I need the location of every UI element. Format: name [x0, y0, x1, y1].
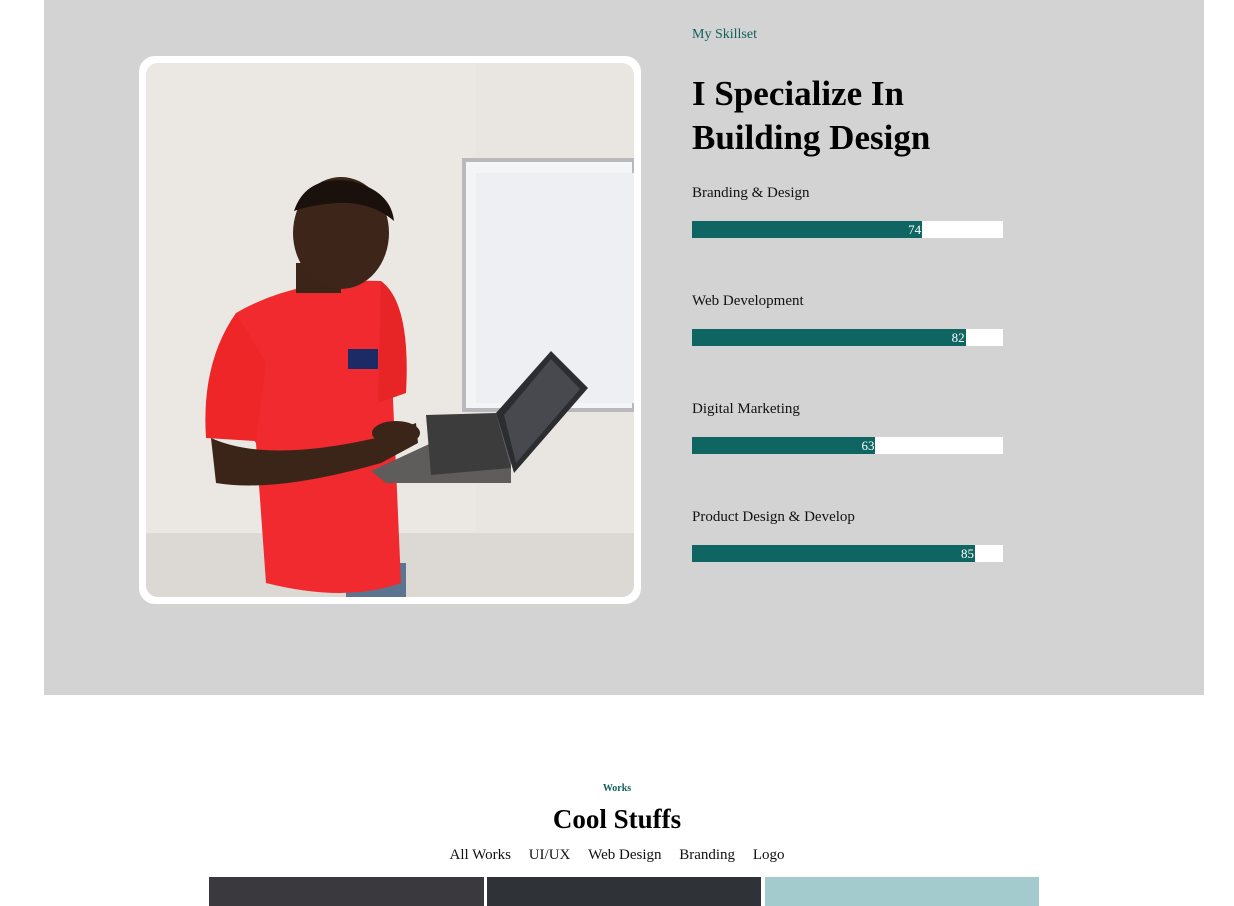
skill-label: Product Design & Develop [692, 509, 855, 525]
skill-progress-value: 85 [961, 546, 974, 561]
skills-eyebrow: My Skillset [692, 27, 757, 42]
skill-progress-fill: 63 [692, 437, 876, 454]
skill-progress-value: 82 [951, 330, 965, 345]
filter-branding[interactable]: Branding [679, 845, 735, 865]
works-gallery [209, 877, 1039, 906]
work-thumbnail[interactable] [765, 877, 1039, 906]
skill-web-development: Web Development 82 [692, 291, 1003, 346]
filter-ui-ux[interactable]: UI/UX [529, 845, 571, 865]
works-eyebrow: Works [602, 783, 632, 794]
skill-branding-design: Branding & Design 74 [692, 183, 1003, 238]
work-thumbnail[interactable] [487, 877, 761, 906]
works-filter-nav: All Works UI/UX Web Design Branding Logo [0, 845, 1234, 865]
filter-all-works[interactable]: All Works [450, 845, 511, 865]
skill-label: Digital Marketing [692, 401, 800, 417]
skills-heading-line-1: I Specialize In [692, 74, 904, 113]
skill-label: Web Development [692, 293, 804, 309]
skill-progress-value: 63 [861, 438, 875, 453]
works-title: Cool Stuffs [552, 804, 682, 834]
filter-web-design[interactable]: Web Design [588, 845, 661, 865]
skill-progress-fill: 74 [692, 221, 923, 238]
works-section: Works Cool Stuffs All Works UI/UX Web De… [0, 695, 1234, 906]
profile-photo-frame [139, 56, 641, 604]
skill-progress-bar: 85 [692, 545, 1003, 562]
skill-product-design: Product Design & Develop 85 [692, 507, 1003, 562]
skill-progress-bar: 63 [692, 437, 1003, 454]
page: My Skillset I Specialize In Building Des… [0, 0, 1234, 906]
skills-heading: I Specialize In Building Design [692, 72, 1112, 160]
filter-logo[interactable]: Logo [753, 845, 785, 865]
profile-photo [146, 63, 634, 597]
skill-digital-marketing: Digital Marketing 63 [692, 399, 1003, 454]
skill-progress-bar: 82 [692, 329, 1003, 346]
skill-progress-fill: 85 [692, 545, 975, 562]
skills-section: My Skillset I Specialize In Building Des… [44, 0, 1204, 695]
skill-progress-value: 74 [908, 222, 922, 237]
skill-progress-bar: 74 [692, 221, 1003, 238]
skills-content: My Skillset I Specialize In Building Des… [692, 24, 1112, 562]
skills-heading-line-2: Building Design [692, 118, 931, 157]
work-thumbnail[interactable] [209, 877, 484, 906]
skill-label: Branding & Design [692, 185, 810, 201]
profile-photo-image [146, 63, 634, 597]
skill-progress-fill: 82 [692, 329, 966, 346]
